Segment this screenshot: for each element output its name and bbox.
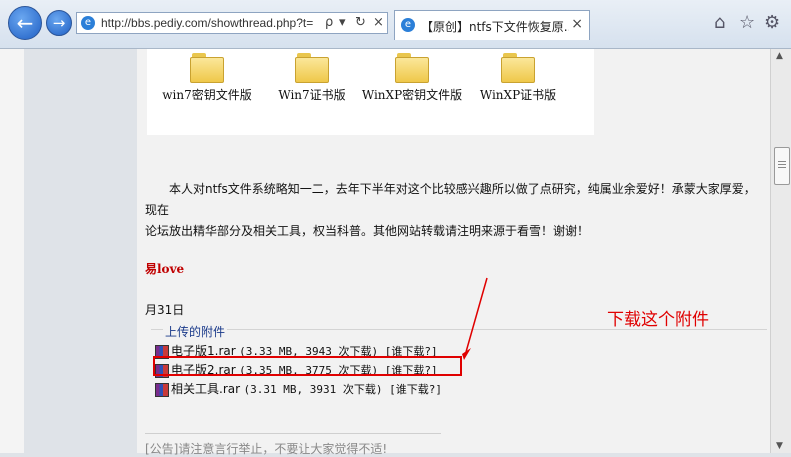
attachments-title: 上传的附件	[163, 323, 228, 340]
scroll-down-icon[interactable]: ▼	[776, 441, 783, 451]
ie-tab-icon: e	[401, 18, 415, 32]
folder-label: WinXP证书版	[479, 88, 557, 102]
forum-notice[interactable]: [公告]请注意言行举止，不要让大家觉得不适!	[145, 440, 387, 457]
folder-label: WinXP密钥文件版	[361, 88, 463, 102]
folder-image-panel: win7密钥文件版 Win7证书版 WinXP密钥文件版 WinXP证书版	[147, 49, 594, 135]
folder-item: win7密钥文件版	[147, 53, 267, 103]
refresh-icon[interactable]: ↻	[355, 15, 366, 30]
attachment-row: 相关工具.rar (3.31 MB, 3931 次下载) [谁下载?]	[155, 380, 442, 397]
page-side-column	[24, 49, 137, 453]
home-icon[interactable]: ⌂	[714, 12, 725, 33]
folder-item: WinXP证书版	[458, 53, 578, 103]
back-arrow-icon: ←	[16, 11, 34, 35]
tab-active[interactable]: e 【原创】ntfs下文件恢复原... ×	[394, 10, 590, 40]
paragraph-line: 论坛放出精华部分及相关工具，权当科普。其他网站转载请注明来源于看雪！谢谢！	[145, 224, 590, 238]
dropdown-icon[interactable]: ▾	[339, 15, 346, 30]
folder-icon	[395, 53, 429, 83]
folder-item: WinXP密钥文件版	[352, 53, 472, 103]
divider	[145, 433, 441, 434]
annotation-arrow	[462, 277, 488, 360]
attachment-link[interactable]: 相关工具.rar	[171, 382, 240, 396]
stop-icon[interactable]: ×	[373, 15, 384, 30]
ie-logo-icon: e	[81, 16, 95, 30]
post-content: win7密钥文件版 Win7证书版 WinXP密钥文件版 WinXP证书版 本人…	[137, 49, 770, 456]
address-bar[interactable]: e http://bbs.pediy.com/showthread.php?t=…	[76, 12, 388, 34]
scroll-thumb[interactable]	[774, 147, 790, 185]
settings-gear-icon[interactable]: ⚙	[764, 12, 780, 33]
attachment-meta[interactable]: (3.31 MB, 3931 次下载) [谁下载?]	[244, 383, 442, 396]
folder-icon	[501, 53, 535, 83]
paragraph-line: 本人对ntfs文件系统略知一二，去年下半年对这个比较感兴趣所以做了点研究，纯属业…	[145, 182, 756, 217]
post-paragraph: 本人对ntfs文件系统略知一二，去年下半年对这个比较感兴趣所以做了点研究，纯属业…	[145, 179, 767, 242]
highlight-box	[153, 356, 462, 376]
browser-toolbar: ← → e http://bbs.pediy.com/showthread.ph…	[0, 0, 791, 49]
post-date: 月31日	[145, 303, 185, 317]
folder-label: win7密钥文件版	[162, 88, 252, 102]
left-gutter	[0, 49, 24, 453]
search-icon[interactable]: ρ	[325, 15, 333, 30]
scroll-up-icon[interactable]: ▲	[776, 51, 783, 61]
rar-archive-icon	[155, 383, 169, 397]
tab-close-icon[interactable]: ×	[571, 16, 583, 32]
tab-title: 【原创】ntfs下文件恢复原...	[421, 20, 569, 34]
signature: 易love	[145, 262, 185, 276]
favorites-star-icon[interactable]: ☆	[739, 12, 755, 33]
vertical-scrollbar[interactable]: ▲ ▼	[770, 49, 791, 453]
folder-icon	[190, 53, 224, 83]
folder-icon	[295, 53, 329, 83]
annotation-text: 下载这个附件	[607, 310, 709, 330]
address-url[interactable]: http://bbs.pediy.com/showthread.php?t=	[101, 16, 331, 30]
back-button[interactable]: ←	[8, 6, 42, 40]
forward-button[interactable]: →	[46, 10, 72, 36]
forward-arrow-icon: →	[52, 14, 66, 32]
